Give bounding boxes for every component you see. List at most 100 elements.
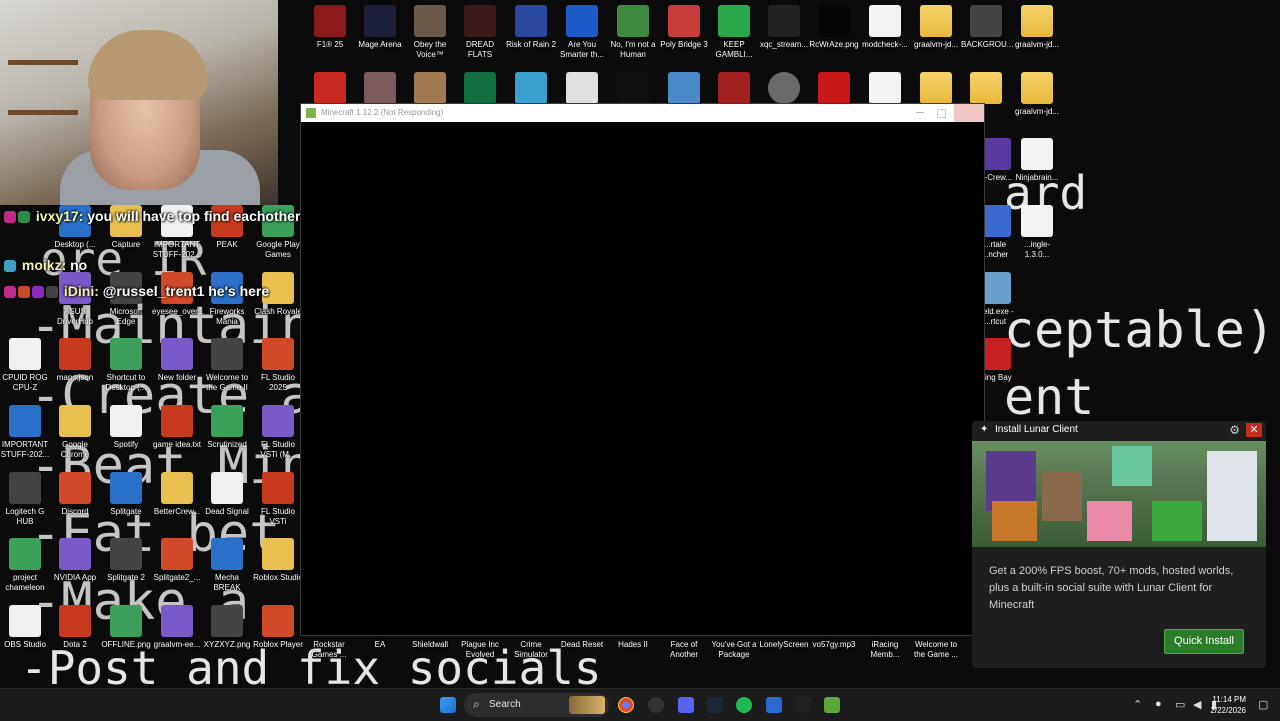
desktop-icon[interactable]: graalvm-jd... <box>911 5 961 50</box>
desktop-icon[interactable] <box>506 72 556 107</box>
desktop-icon[interactable] <box>709 72 759 107</box>
desktop-icon[interactable]: graalvm-jd... <box>1012 5 1062 50</box>
desktop-icon[interactable]: Rockstar Games ... <box>304 640 354 660</box>
minecraft-window[interactable]: Minecraft 1.12.2 (Not Responding) <box>300 103 985 636</box>
chrome-icon[interactable] <box>618 697 634 713</box>
desktop-icon[interactable]: You've Got a Package <box>709 640 759 660</box>
desktop-icon[interactable]: game idea.txt <box>152 405 202 450</box>
desktop-icon[interactable]: Dota 2 <box>50 605 100 650</box>
lunar-icon[interactable] <box>795 697 811 713</box>
desktop-icon[interactable]: EA <box>355 640 405 650</box>
desktop-icon[interactable]: Plague Inc Evolved <box>455 640 505 660</box>
desktop-icon[interactable] <box>961 72 1011 107</box>
desktop-icon[interactable]: Poly Bridge 3 <box>659 5 709 50</box>
network-icon[interactable]: ▭ <box>1175 698 1185 711</box>
desktop-icon[interactable]: graalvm-ee... <box>152 605 202 650</box>
desktop-icon[interactable]: Discord <box>50 472 100 517</box>
desktop-icon[interactable]: Shortcut to Desktop (... <box>101 338 151 393</box>
desktop-icon[interactable]: DREAD FLATS <box>455 5 505 60</box>
discord-icon[interactable] <box>678 697 694 713</box>
desktop-icon[interactable]: Splitgate 2 <box>101 538 151 583</box>
desktop-icon[interactable]: graalvm-jd... <box>1012 72 1062 117</box>
desktop-icon[interactable]: ASUS DriverHub <box>50 272 100 327</box>
desktop-icon[interactable] <box>759 72 809 107</box>
desktop-icon[interactable]: Risk of Rain 2 <box>506 5 556 50</box>
desktop-icon[interactable]: Crime Simulator <box>506 640 556 660</box>
quick-install-button[interactable]: Quick Install <box>1164 629 1244 654</box>
desktop-icon[interactable] <box>809 72 859 107</box>
desktop-icon[interactable] <box>305 72 355 107</box>
desktop-icon[interactable]: No, I'm not a Human <box>608 5 658 60</box>
desktop-icon[interactable]: OFFLINE.png <box>101 605 151 650</box>
notification-icon[interactable]: ▢ <box>1258 698 1268 711</box>
desktop-icon[interactable]: xqc_stream... <box>759 5 809 50</box>
desktop-icon[interactable]: FL Studio VSTi <box>253 472 303 527</box>
desktop-icon[interactable]: project chameleon <box>0 538 50 593</box>
desktop-icon[interactable] <box>608 72 658 107</box>
minimize-icon[interactable] <box>916 112 924 113</box>
desktop-icon[interactable]: Hades II <box>608 640 658 650</box>
desktop-icon[interactable]: BetterCrew... <box>152 472 202 517</box>
desktop-icon[interactable]: BACKGROU... <box>961 5 1013 50</box>
window-titlebar[interactable]: Minecraft 1.12.2 (Not Responding) <box>301 104 984 122</box>
desktop-icon[interactable]: Face of Another <box>659 640 709 660</box>
steam-icon[interactable] <box>707 697 723 713</box>
desktop-icon[interactable] <box>860 72 910 107</box>
desktop-icon[interactable]: Fireworks Mania <box>202 272 252 327</box>
desktop-icon[interactable]: Spotify <box>101 405 151 450</box>
desktop-icon[interactable]: IMPORTANT STUFF-202... <box>0 405 50 460</box>
desktop-icon[interactable]: Welcome to the Game ... <box>911 640 961 660</box>
taskbar-search[interactable]: ⌕ Search <box>464 693 609 717</box>
desktop-icon[interactable]: Roblox Player <box>253 605 303 650</box>
close-icon[interactable]: ✕ <box>1246 423 1262 437</box>
desktop-icon[interactable]: Splitgate2_... <box>152 538 202 583</box>
desktop-icon[interactable]: Dead Signal <box>202 472 252 517</box>
desktop-icon[interactable]: New folder <box>152 338 202 383</box>
desktop-icon[interactable]: vo57gy.mp3 <box>809 640 859 650</box>
desktop-icon[interactable]: Are You Smarter th... <box>557 5 607 60</box>
close-window-button[interactable] <box>954 104 984 122</box>
desktop-icon[interactable]: Dead Reset <box>557 640 607 650</box>
desktop-icon[interactable]: FL Studio 2025 <box>253 338 303 393</box>
desktop-icon[interactable]: Microsoft Edge <box>101 272 151 327</box>
desktop-icon[interactable]: CPUID ROG CPU-Z <box>0 338 50 393</box>
desktop-icon[interactable] <box>355 72 405 107</box>
desktop-icon[interactable] <box>455 72 505 107</box>
desktop-icon[interactable]: maps.json <box>50 338 100 383</box>
start-icon[interactable] <box>440 697 456 713</box>
chevron-up-icon[interactable]: ⌃ <box>1133 698 1142 711</box>
microphone-icon[interactable]: ● <box>1155 698 1162 710</box>
desktop-icon[interactable] <box>911 72 961 107</box>
desktop-icon[interactable]: Mage Arena <box>355 5 405 50</box>
volume-icon[interactable]: ◀ <box>1193 698 1201 711</box>
desktop-icon[interactable]: Google Chrome <box>50 405 100 460</box>
desktop-icon[interactable]: modcheck-... <box>860 5 910 50</box>
obs-icon[interactable] <box>648 697 664 713</box>
desktop-icon[interactable]: Scrutinized <box>202 405 252 450</box>
desktop-icon[interactable]: F1® 25 <box>305 5 355 50</box>
desktop-icon[interactable] <box>659 72 709 107</box>
gear-icon[interactable]: ⚙ <box>1229 421 1240 439</box>
desktop-icon[interactable]: RcWrAze.png <box>809 5 859 50</box>
desktop-icon[interactable]: KEEP GAMBLI... <box>709 5 759 60</box>
desktop-icon[interactable]: OBS Studio <box>0 605 50 650</box>
desktop-icon[interactable]: Roblox Studio <box>253 538 303 583</box>
desktop-icon[interactable]: Ninjabrain... <box>1012 138 1062 183</box>
game-icon[interactable] <box>766 697 782 713</box>
spotify-icon[interactable] <box>736 697 752 713</box>
minecraft-icon[interactable] <box>824 697 840 713</box>
maximize-icon[interactable] <box>937 109 946 118</box>
desktop-icon[interactable]: Obey the Voice™ <box>405 5 455 60</box>
game-canvas[interactable] <box>301 122 984 634</box>
desktop-icon[interactable] <box>405 72 455 107</box>
desktop-icon[interactable]: Mecha BREAK <box>202 538 252 593</box>
desktop-icon[interactable]: Splitgate <box>101 472 151 517</box>
taskbar-clock[interactable]: 11:14 PM 2/22/2026 <box>1210 694 1246 716</box>
desktop-icon[interactable]: Logitech G HUB <box>0 472 50 527</box>
desktop-icon[interactable]: XYZXYZ.png <box>202 605 252 650</box>
desktop-icon[interactable]: Shieldwall <box>405 640 455 650</box>
desktop-icon[interactable]: NVIDIA App <box>50 538 100 583</box>
desktop-icon[interactable]: FL Studio VSTi (M... <box>253 405 303 460</box>
desktop-icon[interactable] <box>557 72 607 107</box>
desktop-icon[interactable]: Welcome to the Game II <box>202 338 252 393</box>
